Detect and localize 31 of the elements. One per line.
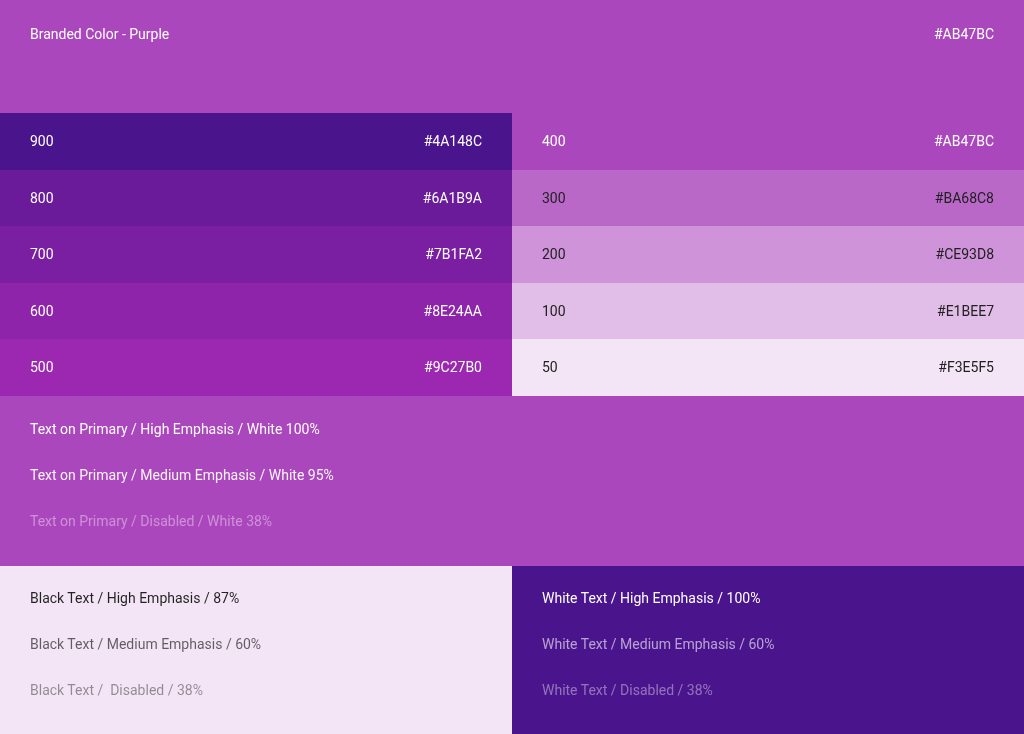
sample-text: White Text / Disabled / 38% bbox=[542, 680, 714, 700]
sample-text: White Text / High Emphasis / 100% bbox=[542, 588, 762, 608]
shade-label: 400 bbox=[542, 132, 566, 152]
shade-label: 900 bbox=[30, 132, 54, 152]
sample-text: Text on Primary / High Emphasis / White 100% bbox=[30, 419, 321, 439]
palette-title: Branded Color - Purple bbox=[30, 25, 170, 44]
shade-label: 50 bbox=[542, 358, 558, 378]
hex-code: #9C27B0 bbox=[424, 358, 482, 378]
sample-text: Text on Primary / Disabled / White 38% bbox=[30, 511, 274, 531]
sample-text: Black Text / High Emphasis / 87% bbox=[30, 588, 241, 608]
sample-text: Black Text / Medium Emphasis / 60% bbox=[30, 634, 263, 654]
sample-text: White Text / Medium Emphasis / 60% bbox=[542, 634, 776, 654]
hex-code: #6A1B9A bbox=[422, 188, 482, 208]
shade-label: 800 bbox=[30, 188, 54, 208]
sample-text: Text on Primary / Medium Emphasis / White 95% bbox=[30, 465, 335, 485]
hex-code: #BA68C8 bbox=[934, 188, 994, 208]
shade-label: 500 bbox=[30, 358, 54, 378]
hex-code: #AB47BC bbox=[933, 132, 994, 152]
shade-label: 600 bbox=[30, 301, 54, 321]
hex-code: #AB47BC bbox=[933, 25, 994, 44]
hex-code: #8E24AA bbox=[423, 301, 482, 321]
sample-text: Black Text / Disabled / 38% bbox=[30, 680, 204, 700]
shade-label: 300 bbox=[542, 188, 566, 208]
shade-label: 200 bbox=[542, 245, 566, 265]
shade-label: 700 bbox=[30, 245, 54, 265]
hex-code: #4A148C bbox=[423, 132, 482, 152]
hex-code: #CE93D8 bbox=[935, 245, 994, 265]
shade-label: 100 bbox=[542, 301, 566, 321]
hex-code: #F3E5F5 bbox=[938, 358, 994, 378]
hex-code: #7B1FA2 bbox=[425, 245, 482, 265]
hex-code: #E1BEE7 bbox=[937, 301, 994, 321]
